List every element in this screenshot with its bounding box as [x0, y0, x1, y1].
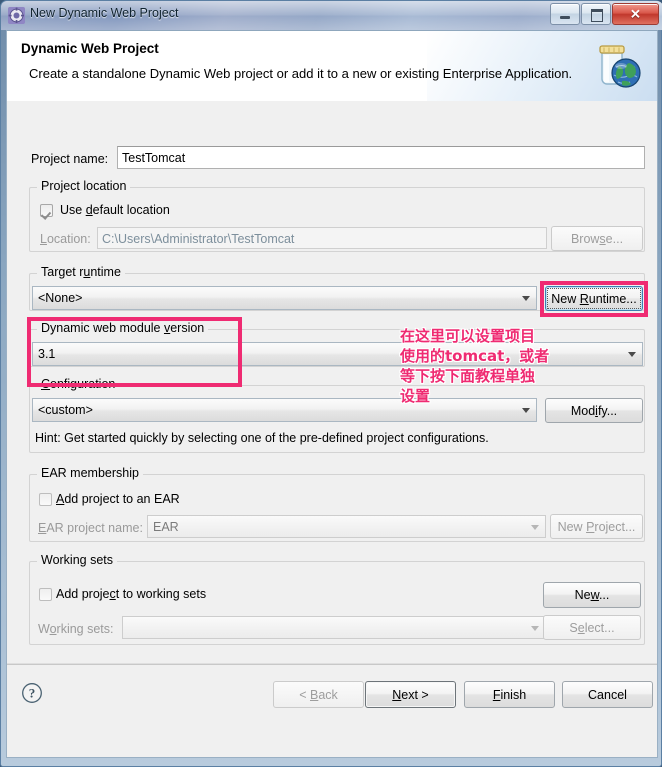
location-input: C:\Users\Administrator\TestTomcat — [97, 227, 547, 249]
window-titlebar[interactable]: New Dynamic Web Project ✕ — [1, 1, 662, 30]
window-controls: ✕ — [550, 3, 659, 25]
wizard-header: Dynamic Web Project Create a standalone … — [7, 31, 657, 102]
svg-text:?: ? — [29, 686, 36, 701]
question-mark-icon[interactable]: ? — [21, 682, 43, 704]
new-runtime-label: New Runtime... — [551, 292, 637, 306]
gear-icon — [8, 7, 25, 24]
use-default-location-checkbox[interactable] — [40, 204, 53, 217]
configuration-hint: Hint: Get started quickly by selecting o… — [35, 431, 489, 445]
finish-label: Finish — [492, 688, 527, 702]
ear-project-name-label: EAR project name: — [38, 521, 143, 535]
maximize-button[interactable] — [581, 3, 611, 25]
jar-globe-icon — [588, 38, 644, 94]
location-label: Location: — [40, 232, 91, 246]
close-button[interactable]: ✕ — [612, 3, 659, 25]
project-name-value: TestTomcat — [122, 151, 186, 165]
cancel-label: Cancel — [588, 688, 627, 702]
use-default-location-label: Use default location — [60, 203, 170, 217]
ear-membership-label: EAR membership — [37, 466, 143, 480]
select-working-set-label: Select... — [569, 621, 615, 635]
dynamic-web-module-version-label: Dynamic web module version — [37, 321, 209, 335]
minimize-button[interactable] — [550, 3, 580, 25]
chevron-down-icon — [531, 625, 539, 631]
working-sets-label: Working sets — [37, 553, 118, 567]
new-working-set-button[interactable]: New... — [543, 582, 641, 608]
add-project-to-working-sets-label: Add project to working sets — [56, 587, 207, 601]
wizard-content: Project name: TestTomcat Project locatio… — [7, 101, 657, 726]
chevron-down-icon — [531, 524, 539, 530]
target-runtime-value: <None> — [38, 291, 83, 305]
annotation-note: 在这里可以设置项目 使用的tomcat，或者 等下按下面教程单独 设置 — [400, 327, 550, 405]
next-label: Next > — [392, 688, 429, 702]
browse-button[interactable]: Browse... — [551, 226, 643, 251]
page-description: Create a standalone Dynamic Web project … — [29, 66, 573, 81]
divider — [7, 664, 657, 665]
new-working-set-label: New... — [574, 588, 610, 602]
chevron-down-icon — [522, 296, 530, 301]
maximize-icon — [591, 9, 603, 22]
add-project-to-working-sets-checkbox[interactable] — [39, 588, 52, 601]
working-sets-field-label: Working sets: — [38, 622, 114, 636]
new-ear-project-button[interactable]: New Project... — [550, 514, 643, 539]
ear-project-name-combo: EAR — [147, 515, 546, 538]
new-runtime-button[interactable]: New Runtime... — [545, 286, 643, 311]
modify-label: Modify... — [570, 404, 618, 418]
dialog-button-bar: ? < Back Next > Finish Cancel — [7, 663, 657, 726]
target-runtime-combo[interactable]: <None> — [32, 286, 537, 310]
back-button[interactable]: < Back — [273, 681, 364, 708]
working-sets-combo — [122, 616, 546, 639]
select-working-set-button[interactable]: Select... — [543, 615, 641, 640]
add-project-to-ear-label: Add project to an EAR — [56, 492, 180, 506]
new-ear-project-label: New Project... — [557, 520, 636, 534]
dialog-window: New Dynamic Web Project ✕ Dynamic Web Pr… — [0, 0, 662, 767]
configuration-label: Configuration — [37, 377, 120, 391]
chevron-down-icon — [522, 408, 530, 413]
project-name-label: Project name: — [31, 152, 109, 166]
dialog-client: Dynamic Web Project Create a standalone … — [6, 30, 658, 758]
project-location-label: Project location — [37, 179, 131, 193]
add-project-to-ear-checkbox[interactable] — [39, 493, 52, 506]
location-value: C:\Users\Administrator\TestTomcat — [102, 232, 295, 246]
page-title: Dynamic Web Project — [21, 41, 159, 56]
window-title: New Dynamic Web Project — [30, 6, 179, 20]
cancel-button[interactable]: Cancel — [562, 681, 653, 708]
back-label: < Back — [299, 688, 338, 702]
ear-project-name-value: EAR — [153, 520, 179, 534]
configuration-value: <custom> — [38, 403, 93, 417]
finish-button[interactable]: Finish — [464, 681, 555, 708]
minimize-icon — [560, 16, 570, 19]
dynamic-web-module-version-value: 3.1 — [38, 347, 56, 361]
target-runtime-label: Target runtime — [37, 265, 125, 279]
close-icon: ✕ — [630, 6, 641, 22]
next-button[interactable]: Next > — [365, 681, 456, 708]
project-name-input[interactable]: TestTomcat — [117, 146, 645, 169]
browse-label: Browse... — [570, 232, 624, 246]
